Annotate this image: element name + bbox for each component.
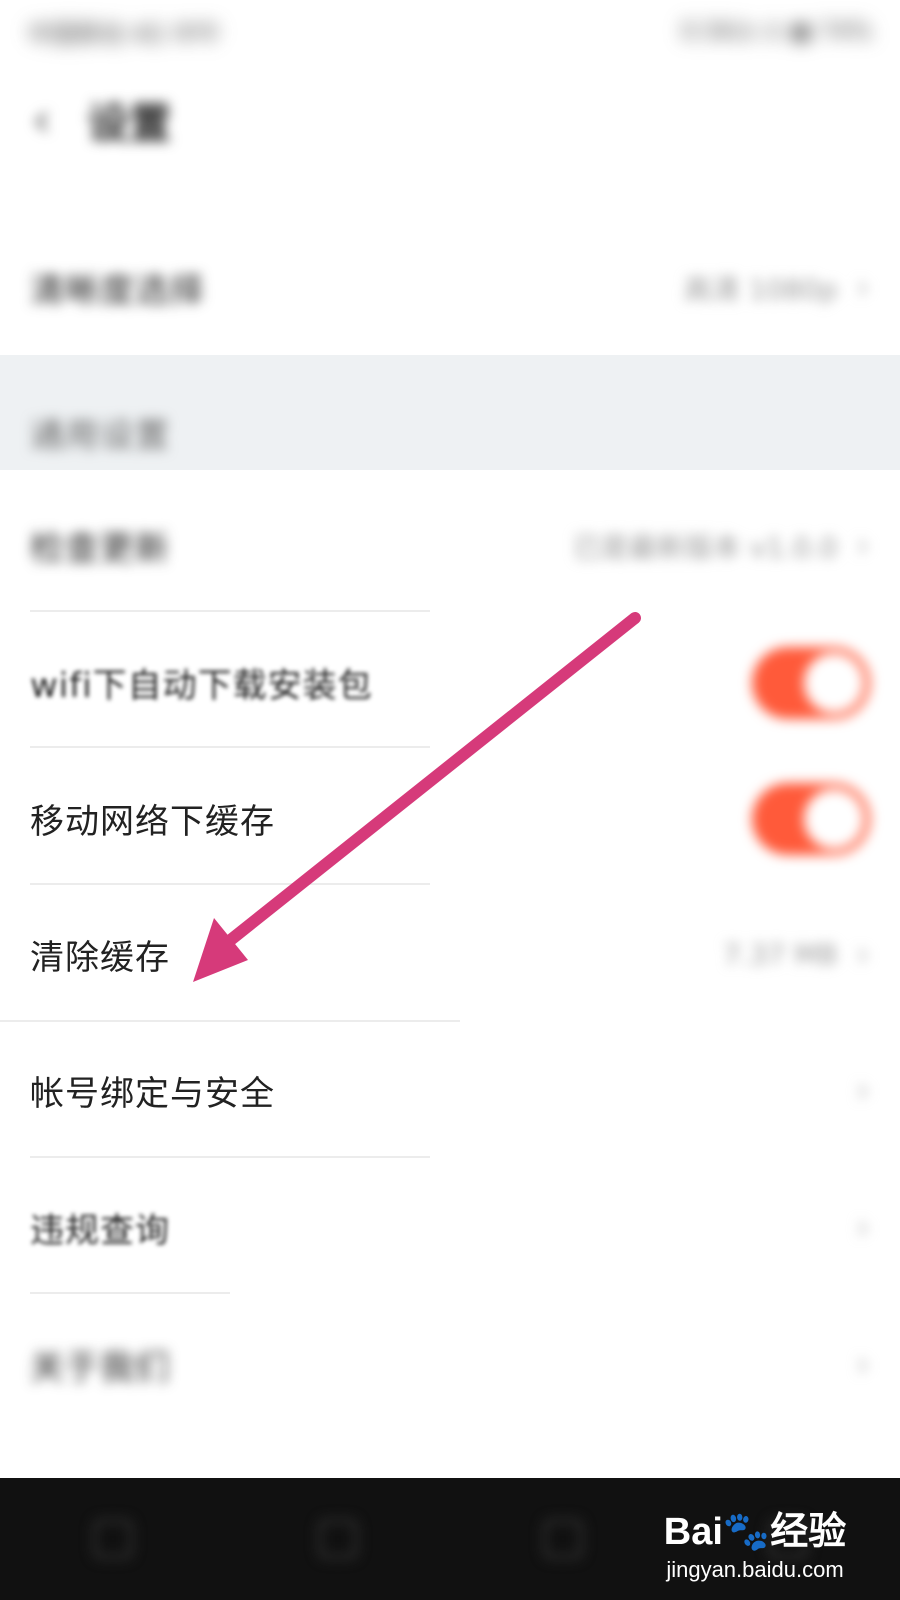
menu-icon[interactable] [92, 1519, 133, 1559]
chevron-right-icon: › [855, 1206, 870, 1248]
watermark-url: jingyan.baidu.com [666, 1557, 844, 1582]
section-header-label: 通用设置 [30, 416, 170, 456]
row-label: 帐号绑定与安全 [30, 1074, 275, 1114]
page-title: 设置 [87, 98, 172, 148]
row-value: 已是最新版本 v1.0.0 [572, 530, 838, 564]
back-arrow-icon[interactable]: ‹ [32, 96, 51, 144]
row-label: 清除缓存 [30, 938, 170, 978]
home-icon[interactable] [317, 1519, 358, 1559]
settings-row-clear-cache[interactable]: 清除缓存 7.37 MB › [0, 902, 900, 1007]
settings-row-violation-query[interactable]: 违规查询 › [0, 1175, 900, 1280]
settings-row-resolution[interactable]: 清晰度选择 高清 1080p › [0, 240, 900, 335]
divider [30, 610, 430, 612]
settings-row-check-update[interactable]: 检查更新 已是最新版本 v1.0.0 › [0, 498, 900, 593]
toggle-knob [804, 652, 864, 713]
row-value: 高清 1080p [683, 272, 838, 306]
settings-row-account-security[interactable]: 帐号绑定与安全 › [0, 1038, 900, 1143]
row-label: wifi下自动下载安装包 [30, 666, 373, 706]
toggle-knob [804, 788, 864, 849]
settings-row-about[interactable]: 关于我们 › [0, 1312, 900, 1417]
divider [30, 1292, 230, 1294]
wifi-download-toggle[interactable] [752, 646, 870, 719]
chevron-right-icon: › [855, 524, 870, 566]
chevron-right-icon: › [855, 1069, 870, 1111]
chevron-right-icon: › [855, 933, 870, 975]
chevron-right-icon: › [855, 1343, 870, 1385]
mobile-cache-toggle[interactable] [752, 782, 870, 855]
row-label: 关于我们 [30, 1348, 170, 1388]
row-value: 7.37 MB [722, 938, 838, 971]
status-bar-indicators: 0.5K/s ⊙ ◼ 74% [681, 17, 872, 45]
divider [30, 746, 430, 748]
settings-row-wifi-auto-download: wifi下自动下载安装包 [0, 630, 900, 735]
back-icon[interactable] [542, 1519, 583, 1559]
divider [30, 883, 430, 885]
row-label: 检查更新 [30, 529, 170, 569]
row-label: 移动网络下缓存 [30, 802, 275, 842]
row-label: 清晰度选择 [30, 271, 205, 311]
divider [0, 1020, 460, 1022]
section-header-general: 通用设置 [0, 385, 900, 480]
status-bar: 中国移动 4G 中午 0.5K/s ⊙ ◼ 74% [0, 0, 900, 62]
watermark-brand: Bai🐾经验 [663, 1511, 847, 1553]
header: ‹ 设置 [0, 70, 900, 170]
settings-row-mobile-cache: 移动网络下缓存 [0, 766, 900, 871]
divider [30, 1156, 430, 1158]
baidu-jingyan-watermark: Bai🐾经验 jingyan.baidu.com [640, 1500, 870, 1590]
row-label: 违规查询 [30, 1211, 170, 1251]
chevron-right-icon: › [855, 266, 870, 308]
status-bar-carrier: 中国移动 4G 中午 [28, 19, 222, 48]
